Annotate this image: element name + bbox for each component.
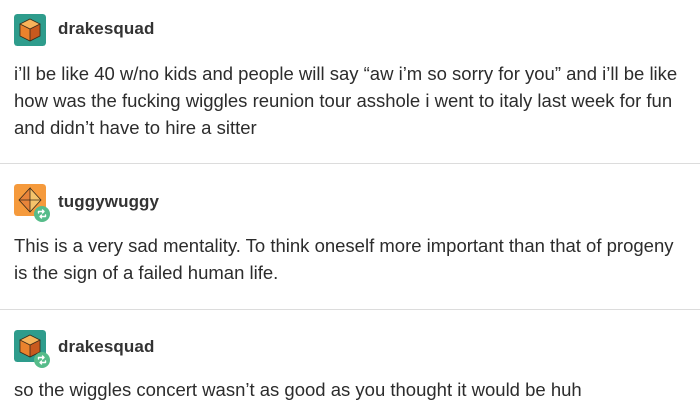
post-body-text: This is a very sad mentality. To think o…	[14, 235, 674, 283]
post-username[interactable]: drakesquad	[58, 19, 154, 39]
post-drakesquad-original: drakesquad i’ll be like 40 w/no kids and…	[0, 0, 700, 163]
reblog-icon	[34, 206, 50, 222]
cube-avatar-icon[interactable]	[14, 14, 46, 46]
post-drakesquad-reply: drakesquad so the wiggles concert wasn’t…	[0, 310, 700, 420]
post-tuggywuggy-reply: tuggywuggy This is a very sad mentality.…	[0, 164, 700, 309]
post-body-text: i’ll be like 40 w/no kids and people wil…	[14, 63, 678, 138]
post-body-text: so the wiggles concert wasn’t as good as…	[14, 379, 582, 400]
post-username[interactable]: tuggywuggy	[58, 192, 159, 212]
reblog-icon	[34, 352, 50, 368]
post-username[interactable]: drakesquad	[58, 337, 154, 357]
